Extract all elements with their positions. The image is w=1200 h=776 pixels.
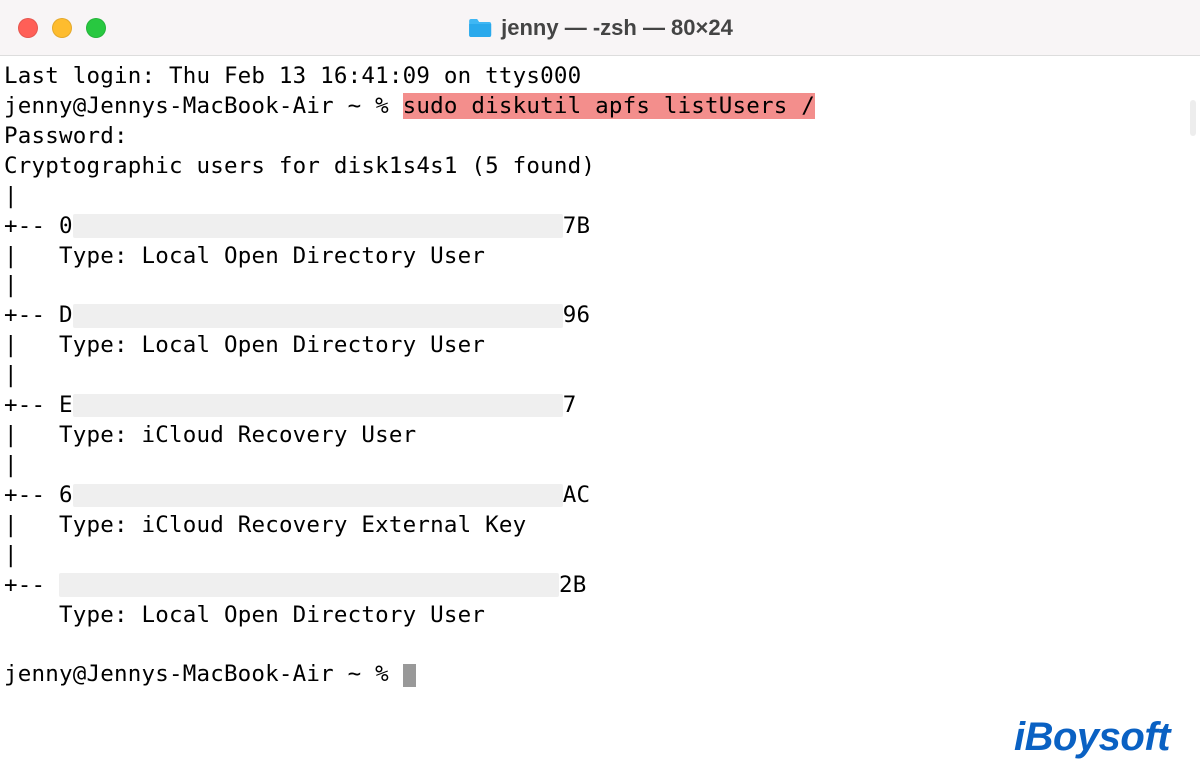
user-type-5: Type: Local Open Directory User <box>4 601 1200 631</box>
user-entry-1: +-- 0 7B <box>4 212 1200 242</box>
tree-indent: | <box>4 243 59 269</box>
user-prefix: +-- <box>4 572 59 598</box>
prompt-prefix-2: jenny@Jennys-MacBook-Air ~ % <box>4 661 403 687</box>
user-type-4: | Type: iCloud Recovery External Key <box>4 511 1200 541</box>
user-prefix: +-- 0 <box>4 213 73 239</box>
user-suffix: 7B <box>563 213 591 239</box>
command-line-1: jenny@Jennys-MacBook-Air ~ % sudo diskut… <box>4 92 1200 122</box>
tree-pipe: | <box>4 361 1200 391</box>
redacted-uuid <box>59 573 559 597</box>
user-prefix: +-- 6 <box>4 482 73 508</box>
user-type-1: | Type: Local Open Directory User <box>4 242 1200 272</box>
maximize-button[interactable] <box>86 18 106 38</box>
user-suffix: 2B <box>559 572 587 598</box>
user-type-text: Type: iCloud Recovery External Key <box>59 512 526 538</box>
user-prefix: +-- E <box>4 392 73 418</box>
last-login-line: Last login: Thu Feb 13 16:41:09 on ttys0… <box>4 62 1200 92</box>
redacted-uuid <box>73 214 563 238</box>
close-button[interactable] <box>18 18 38 38</box>
watermark-logo: iBoysoft <box>1014 715 1170 760</box>
titlebar: jenny — -zsh — 80×24 <box>0 0 1200 56</box>
password-line: Password: <box>4 122 1200 152</box>
highlighted-command: sudo diskutil apfs listUsers / <box>403 93 815 119</box>
tree-indent: | <box>4 512 59 538</box>
folder-icon <box>467 17 493 39</box>
scrollbar-thumb[interactable] <box>1190 100 1196 136</box>
command-line-2: jenny@Jennys-MacBook-Air ~ % <box>4 660 1200 690</box>
user-entry-2: +-- D 96 <box>4 301 1200 331</box>
terminal-window: jenny — -zsh — 80×24 Last login: Thu Feb… <box>0 0 1200 776</box>
user-type-text: Type: Local Open Directory User <box>59 332 485 358</box>
user-entry-4: +-- 6 AC <box>4 481 1200 511</box>
user-suffix: 96 <box>563 302 591 328</box>
redacted-uuid <box>73 304 563 328</box>
redacted-uuid <box>73 394 563 418</box>
tree-pipe: | <box>4 182 1200 212</box>
terminal-output[interactable]: Last login: Thu Feb 13 16:41:09 on ttys0… <box>0 56 1200 776</box>
tree-indent <box>4 602 59 628</box>
tree-indent: | <box>4 422 59 448</box>
user-type-3: | Type: iCloud Recovery User <box>4 421 1200 451</box>
minimize-button[interactable] <box>52 18 72 38</box>
traffic-lights <box>0 18 106 38</box>
user-entry-3: +-- E 7 <box>4 391 1200 421</box>
user-entry-5: +-- 2B <box>4 571 1200 601</box>
cursor-icon <box>403 664 417 688</box>
user-type-text: Type: Local Open Directory User <box>59 602 485 628</box>
user-prefix: +-- D <box>4 302 73 328</box>
user-suffix: 7 <box>563 392 577 418</box>
redacted-uuid <box>73 484 563 508</box>
user-suffix: AC <box>563 482 591 508</box>
tree-pipe: | <box>4 451 1200 481</box>
tree-pipe: | <box>4 271 1200 301</box>
tree-pipe: | <box>4 541 1200 571</box>
user-type-2: | Type: Local Open Directory User <box>4 331 1200 361</box>
window-title-area: jenny — -zsh — 80×24 <box>467 15 733 41</box>
tree-indent: | <box>4 332 59 358</box>
user-type-text: Type: Local Open Directory User <box>59 243 485 269</box>
result-header: Cryptographic users for disk1s4s1 (5 fou… <box>4 152 1200 182</box>
window-title: jenny — -zsh — 80×24 <box>501 15 733 41</box>
prompt-prefix: jenny@Jennys-MacBook-Air ~ % <box>4 93 403 119</box>
blank-line <box>4 631 1200 661</box>
user-type-text: Type: iCloud Recovery User <box>59 422 416 448</box>
